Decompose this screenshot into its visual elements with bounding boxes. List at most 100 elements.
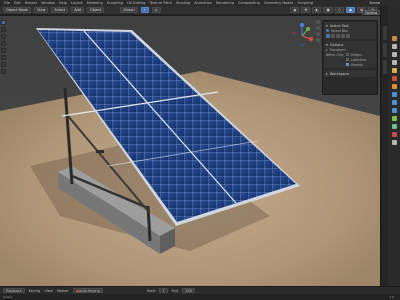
pan-icon[interactable] bbox=[316, 26, 320, 30]
gizmo-y-icon[interactable] bbox=[306, 27, 310, 31]
move-tool-icon[interactable] bbox=[1, 34, 6, 39]
start-frame-field[interactable]: 1 bbox=[159, 288, 168, 293]
workspace-tab-shading[interactable]: Shading bbox=[176, 1, 190, 5]
view-layer-icon[interactable] bbox=[391, 60, 397, 65]
gizmo-neg-x-icon[interactable] bbox=[292, 31, 296, 35]
object-menu[interactable]: Object bbox=[86, 7, 105, 13]
menu-file[interactable]: File bbox=[4, 1, 10, 5]
scene-selector[interactable]: Scene bbox=[369, 1, 380, 5]
menu-edit[interactable]: Edit bbox=[14, 1, 21, 5]
locations-checkbox[interactable] bbox=[346, 58, 349, 61]
select-menu[interactable]: Select bbox=[51, 7, 69, 13]
properties-tabs bbox=[388, 6, 400, 286]
set-selection-icon[interactable] bbox=[326, 33, 330, 38]
start-frame-label: Start bbox=[146, 288, 156, 293]
constraints-icon[interactable] bbox=[391, 116, 397, 121]
view-menu[interactable]: View bbox=[34, 7, 49, 13]
gizmo-neg-z-icon[interactable] bbox=[300, 43, 304, 47]
workspace-tab-uv-editing[interactable]: UV Editing bbox=[127, 1, 145, 5]
menu-help[interactable]: Help bbox=[59, 1, 67, 5]
blender-window: File Edit Render Window Help Layout Mode… bbox=[0, 0, 400, 300]
world-properties-icon[interactable] bbox=[391, 76, 397, 81]
origins-label: Origins bbox=[350, 52, 362, 57]
subtract-selection-icon[interactable] bbox=[336, 33, 340, 38]
annotate-tool-icon[interactable] bbox=[1, 62, 6, 67]
workspace-tab-sculpting[interactable]: Sculpting bbox=[107, 1, 123, 5]
workspace-title: Workspace bbox=[329, 71, 349, 76]
select-tool-icon[interactable] bbox=[1, 20, 6, 25]
modifier-properties-icon[interactable] bbox=[391, 92, 397, 97]
end-frame-field[interactable]: 250 bbox=[182, 288, 196, 293]
snap-toggle-icon[interactable]: ⌖ bbox=[140, 7, 149, 13]
playback-menu[interactable]: Playback bbox=[3, 288, 25, 293]
sidebar-tab-item[interactable] bbox=[382, 26, 387, 40]
gizmo-x-icon[interactable] bbox=[309, 37, 313, 41]
physics-icon[interactable] bbox=[391, 108, 397, 113]
workspace-tab-scripting[interactable]: Scripting bbox=[297, 1, 313, 5]
render-properties-icon[interactable] bbox=[391, 44, 397, 49]
sidebar-tab-view[interactable] bbox=[382, 60, 387, 74]
invert-selection-icon[interactable] bbox=[341, 33, 345, 38]
navigation-gizmo[interactable] bbox=[290, 22, 314, 48]
rotate-tool-icon[interactable] bbox=[1, 41, 6, 46]
overlay-toggle-icon[interactable]: ◐ bbox=[312, 7, 322, 13]
auto-keying-toggle[interactable]: ● Auto Keying bbox=[72, 288, 103, 293]
visibility-icon[interactable]: ◉ bbox=[290, 7, 300, 13]
proportional-edit-icon[interactable]: ◎ bbox=[151, 7, 161, 13]
parents-checkbox[interactable] bbox=[346, 63, 349, 66]
select-box-icon bbox=[326, 29, 329, 32]
menu-window[interactable]: Window bbox=[41, 1, 55, 5]
xray-toggle-icon[interactable]: ▣ bbox=[323, 7, 333, 13]
wireframe-shading-icon[interactable]: ○ bbox=[334, 7, 344, 13]
cursor-tool-icon[interactable] bbox=[1, 27, 6, 32]
status-bar: Select 3.6 bbox=[0, 294, 400, 300]
data-properties-icon[interactable] bbox=[391, 124, 397, 129]
workspace-tab-animation[interactable]: Animation bbox=[194, 1, 212, 5]
transform-label: Transform bbox=[329, 47, 346, 52]
output-properties-icon[interactable] bbox=[391, 52, 397, 57]
gizmo-z-icon[interactable] bbox=[300, 23, 304, 27]
keying-menu[interactable]: Keying bbox=[29, 289, 41, 293]
version-label: 3.6 bbox=[389, 295, 394, 299]
workspace-header[interactable]: ▸ Workspace bbox=[326, 71, 374, 76]
mode-dropdown[interactable]: Object Mode bbox=[3, 7, 32, 13]
active-tool-panel: ▾ Active Tool Select Box ▾ Options ▸ Tra… bbox=[322, 20, 378, 95]
add-menu[interactable]: Add bbox=[71, 7, 84, 13]
gizmo-toggle-icon[interactable]: ✥ bbox=[301, 7, 311, 13]
sidebar-tab-tool[interactable] bbox=[382, 43, 387, 57]
scene-properties-icon[interactable] bbox=[391, 68, 397, 73]
object-properties-icon[interactable] bbox=[391, 84, 397, 89]
perspective-toggle-icon[interactable] bbox=[316, 38, 320, 42]
workspace-tab-modeling[interactable]: Modeling bbox=[87, 1, 103, 5]
transform-tool-icon[interactable] bbox=[1, 55, 6, 60]
expand-arrow-icon: ▸ bbox=[326, 71, 328, 76]
auto-keying-label: Auto Keying bbox=[78, 288, 100, 293]
scale-tool-icon[interactable] bbox=[1, 48, 6, 53]
workspace-tab-layout[interactable]: Layout bbox=[71, 1, 83, 5]
orientation-dropdown[interactable]: Global bbox=[120, 7, 138, 13]
marker-menu[interactable]: Marker bbox=[57, 289, 69, 293]
intersect-selection-icon[interactable] bbox=[346, 33, 350, 38]
texture-properties-icon[interactable] bbox=[391, 140, 397, 145]
workspace-tab-geometry-nodes[interactable]: Geometry Nodes bbox=[264, 1, 294, 5]
tool-properties-icon[interactable] bbox=[391, 36, 397, 41]
particles-icon[interactable] bbox=[391, 100, 397, 105]
workspace-tab-compositing[interactable]: Compositing bbox=[238, 1, 260, 5]
options-dropdown[interactable]: Options bbox=[362, 10, 381, 15]
viewport-header: Object Mode View Select Add Object Globa… bbox=[0, 6, 380, 15]
sidebar-tabs bbox=[380, 6, 388, 286]
workspace-tab-rendering[interactable]: Rendering bbox=[216, 1, 234, 5]
camera-view-icon[interactable] bbox=[316, 32, 320, 36]
material-properties-icon[interactable] bbox=[391, 132, 397, 137]
workspace-tab-texture-paint[interactable]: Texture Paint bbox=[149, 1, 172, 5]
mouse-hint: Select bbox=[3, 295, 13, 299]
menu-render[interactable]: Render bbox=[25, 1, 37, 5]
timeline-view-menu[interactable]: View bbox=[44, 289, 52, 293]
solid-shading-icon[interactable]: ● bbox=[345, 7, 355, 13]
measure-tool-icon[interactable] bbox=[1, 69, 6, 74]
mount-bracket bbox=[96, 150, 104, 153]
zoom-icon[interactable] bbox=[316, 20, 320, 24]
extend-selection-icon[interactable] bbox=[331, 33, 335, 38]
support-post-front bbox=[146, 205, 152, 242]
origins-checkbox[interactable] bbox=[345, 53, 349, 56]
